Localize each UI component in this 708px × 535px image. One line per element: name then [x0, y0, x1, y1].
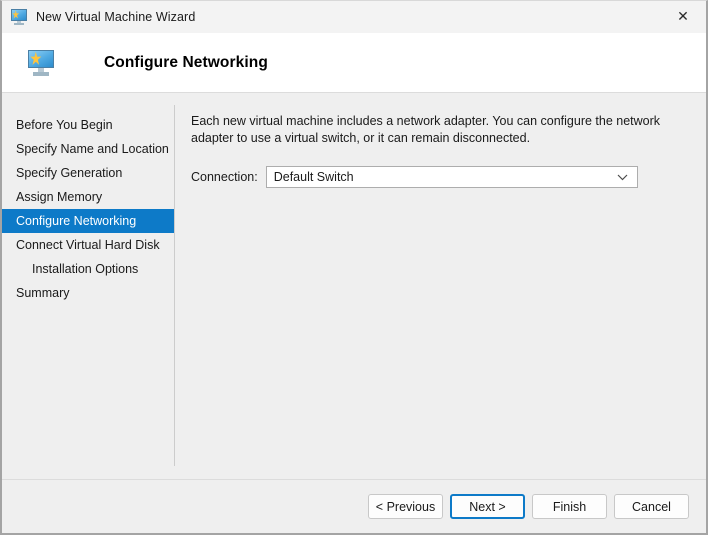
sidebar-item-specify-generation[interactable]: Specify Generation — [2, 161, 174, 185]
finish-button[interactable]: Finish — [532, 494, 607, 519]
cancel-button[interactable]: Cancel — [614, 494, 689, 519]
sidebar-item-label: Before You Begin — [16, 118, 113, 132]
sidebar-item-label: Configure Networking — [16, 214, 137, 228]
sidebar-item-installation-options[interactable]: Installation Options — [2, 257, 174, 281]
connection-selected-value: Default Switch — [273, 170, 354, 184]
sidebar-item-label: Specify Generation — [16, 166, 123, 180]
sidebar-item-specify-name-and-location[interactable]: Specify Name and Location — [2, 137, 174, 161]
sidebar-item-label: Installation Options — [32, 262, 139, 276]
description-text: Each new virtual machine includes a netw… — [191, 114, 661, 145]
close-button[interactable]: ✕ — [660, 1, 706, 32]
title-bar: New Virtual Machine Wizard ✕ — [2, 1, 706, 33]
wizard-footer: < Previous Next > Finish Cancel — [2, 479, 706, 533]
page-header: Configure Networking — [2, 33, 706, 93]
close-icon: ✕ — [677, 8, 689, 25]
new-virtual-machine-wizard-window: New Virtual Machine Wizard ✕ Configure N… — [0, 0, 708, 535]
window-title: New Virtual Machine Wizard — [36, 10, 196, 24]
connection-row: Connection: Default Switch — [191, 166, 690, 188]
connection-select[interactable]: Default Switch — [265, 166, 638, 188]
connection-label: Connection: — [191, 170, 258, 184]
sidebar-item-before-you-begin[interactable]: Before You Begin — [2, 113, 174, 137]
virtual-machine-monitor-icon — [11, 9, 27, 25]
wizard-steps-sidebar: Before You Begin Specify Name and Locati… — [2, 93, 174, 479]
sidebar-item-label: Specify Name and Location — [16, 142, 169, 156]
sidebar-item-assign-memory[interactable]: Assign Memory — [2, 185, 174, 209]
sidebar-item-summary[interactable]: Summary — [2, 281, 174, 305]
wizard-body: Before You Begin Specify Name and Locati… — [2, 93, 706, 479]
previous-button[interactable]: < Previous — [368, 494, 443, 519]
virtual-machine-monitor-icon — [28, 49, 54, 76]
page-title: Configure Networking — [104, 53, 268, 71]
sidebar-item-label: Connect Virtual Hard Disk — [16, 238, 160, 252]
sidebar-item-label: Assign Memory — [16, 190, 103, 204]
next-button[interactable]: Next > — [450, 494, 525, 519]
sidebar-item-label: Summary — [16, 286, 70, 300]
chevron-down-icon[interactable] — [614, 167, 632, 187]
sidebar-item-configure-networking[interactable]: Configure Networking — [2, 209, 174, 233]
sidebar-item-connect-virtual-hard-disk[interactable]: Connect Virtual Hard Disk — [2, 233, 174, 257]
wizard-content-panel: Each new virtual machine includes a netw… — [175, 93, 706, 479]
